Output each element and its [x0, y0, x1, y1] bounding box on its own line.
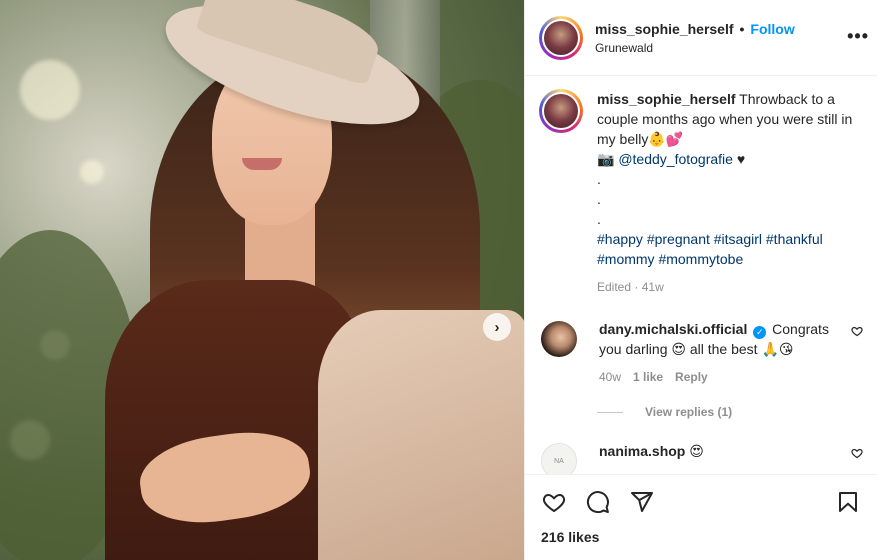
edited-label: Edited [597, 280, 632, 294]
caption-avatar-image [544, 94, 578, 128]
chevron-right-icon: › [494, 318, 500, 336]
commenter-username[interactable]: dany.michalski.official [599, 321, 747, 337]
comment-item: NA nanima.shop 😍 [539, 441, 863, 474]
commenter-avatar[interactable]: NA [541, 443, 577, 474]
heart-outline-icon [851, 326, 863, 337]
location-link[interactable]: Grunewald [595, 41, 795, 55]
likes-count[interactable]: 216 likes [525, 515, 877, 545]
comment-time: 40w [599, 370, 622, 384]
like-button[interactable] [541, 489, 567, 515]
comment-icon [587, 491, 609, 514]
commenter-username[interactable]: nanima.shop [599, 443, 685, 459]
post-side-panel: miss_sophie_herself • Follow Grunewald •… [524, 0, 877, 560]
comment-item: dany.michalski.official ✓ Congrats you d… [539, 319, 863, 387]
save-button[interactable] [835, 489, 861, 515]
comment-likes[interactable]: 1 like [633, 367, 663, 387]
heart-outline-icon [851, 448, 863, 459]
view-replies-label: View replies (1) [645, 405, 733, 419]
hashtags-line-2[interactable]: #mommy #mommytobe [597, 249, 863, 269]
share-icon [631, 492, 653, 512]
smile-shape [242, 158, 282, 170]
bokeh-light [20, 60, 80, 120]
mention-link[interactable]: @teddy_fotografie [618, 151, 733, 167]
heart-emoji: ♥ [736, 151, 746, 167]
camera-emoji: 📷 [597, 151, 615, 167]
post-photo[interactable]: › [0, 0, 524, 560]
comment-text: 😍 [689, 443, 704, 459]
caption-dot: . [597, 191, 601, 207]
separator-dot: • [739, 20, 745, 37]
comment-button[interactable] [585, 489, 611, 515]
avatar-logo-text: NA [554, 457, 564, 465]
post-actions: 216 likes [525, 474, 877, 560]
comments-section[interactable]: miss_sophie_herself Throwback to a coupl… [525, 77, 877, 474]
caption-avatar[interactable] [539, 89, 583, 133]
caption-dot: . [597, 171, 601, 187]
caption-username[interactable]: miss_sophie_herself [597, 91, 736, 107]
hashtags-line-1[interactable]: #happy #pregnant #itsagirl #thankful [597, 229, 863, 249]
meta-separator: · [634, 280, 639, 294]
view-replies-button[interactable]: View replies (1) [597, 405, 863, 419]
verified-badge-icon: ✓ [753, 326, 767, 339]
author-meta: miss_sophie_herself • Follow Grunewald [595, 21, 795, 55]
comment-like-button[interactable] [851, 447, 863, 462]
caption-age[interactable]: 41w [642, 280, 664, 294]
bokeh-light [80, 160, 104, 184]
follow-button[interactable]: Follow [750, 21, 794, 37]
action-icons [525, 475, 877, 515]
post-header: miss_sophie_herself • Follow Grunewald •… [525, 0, 877, 76]
replies-divider [597, 411, 623, 413]
comment-body: dany.michalski.official ✓ Congrats you d… [599, 319, 854, 387]
comment-body: nanima.shop 😍 [599, 441, 854, 474]
reply-button[interactable]: Reply [675, 367, 708, 387]
caption-dot: . [597, 211, 601, 227]
caption: miss_sophie_herself Throwback to a coupl… [539, 89, 863, 297]
more-options-button[interactable]: ••• [847, 26, 869, 47]
author-avatar-image [544, 20, 578, 55]
more-horizontal-icon: ••• [847, 26, 869, 46]
comment-actions: 40w 1 like Reply [599, 367, 854, 387]
bookmark-icon [839, 492, 857, 512]
next-photo-button[interactable]: › [483, 313, 511, 341]
author-avatar[interactable] [539, 15, 583, 60]
commenter-avatar[interactable] [541, 321, 577, 357]
caption-meta: Edited · 41w [597, 277, 863, 297]
heart-icon [542, 493, 566, 513]
share-button[interactable] [629, 489, 655, 515]
comment-like-button[interactable] [851, 325, 863, 340]
author-username[interactable]: miss_sophie_herself [595, 21, 734, 37]
coat-shape [318, 310, 524, 560]
caption-body: miss_sophie_herself Throwback to a coupl… [597, 89, 863, 297]
